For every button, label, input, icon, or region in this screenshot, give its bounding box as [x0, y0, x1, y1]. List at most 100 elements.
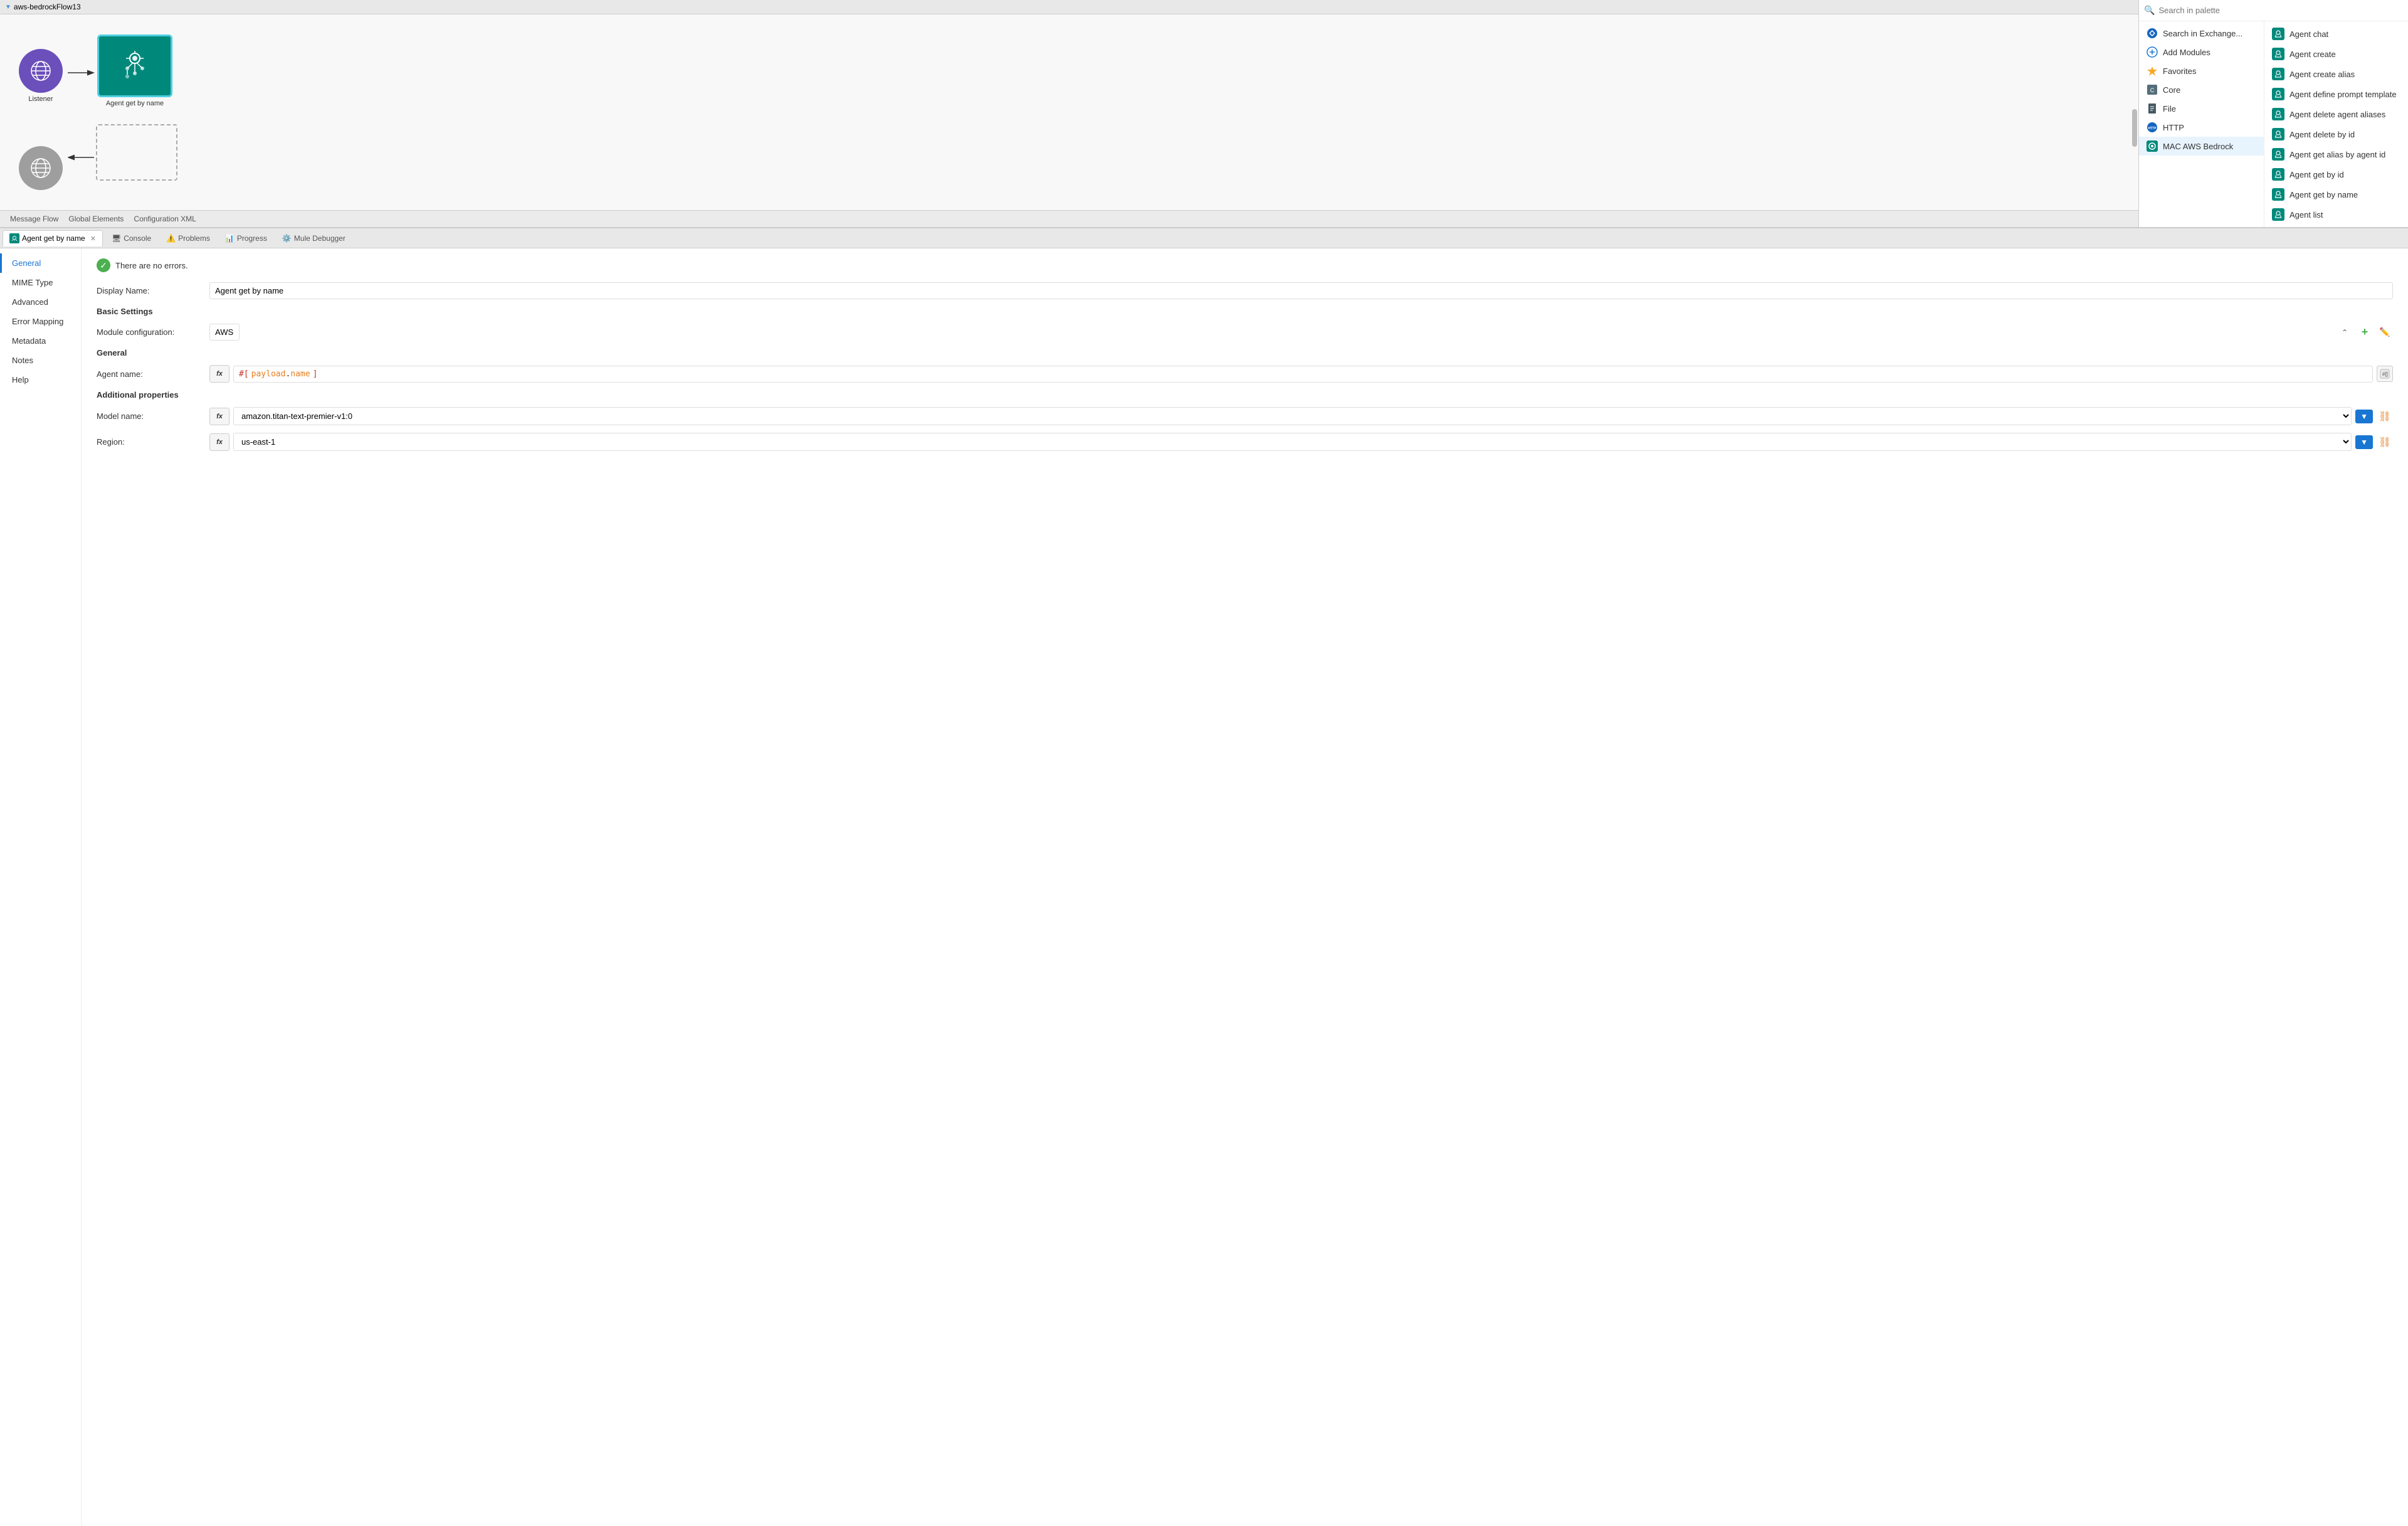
- code-prefix: #[: [239, 369, 249, 379]
- agent-name-code-input[interactable]: #[ payload . name ]: [233, 366, 2373, 383]
- nav-error-mapping[interactable]: Error Mapping: [0, 312, 81, 331]
- empty-dashed-box: [96, 124, 177, 181]
- palette-right-agent-delete-by-id[interactable]: Agent delete by id: [2264, 124, 2408, 144]
- agent-delete-aliases-label: Agent delete agent aliases: [2289, 110, 2385, 119]
- agent-get-by-name-node[interactable]: Agent get by name: [97, 34, 172, 107]
- flow-canvas[interactable]: Listener: [0, 14, 2138, 227]
- properties-area: General MIME Type Advanced Error Mapping…: [0, 248, 2408, 1526]
- palette-item-http[interactable]: HTTP HTTP: [2139, 118, 2264, 137]
- palette-item-core[interactable]: C Core: [2139, 80, 2264, 99]
- module-config-select[interactable]: AWS: [209, 324, 240, 341]
- display-name-label: Display Name:: [97, 286, 209, 295]
- arrow-right-icon: [68, 66, 99, 79]
- palette-right-agent-get-by-name[interactable]: Agent get by name: [2264, 184, 2408, 204]
- palette-item-add-modules[interactable]: Add Modules: [2139, 43, 2264, 61]
- tab-mule-debugger-label: Mule Debugger: [294, 234, 346, 243]
- message-flow-tab[interactable]: Message Flow: [5, 213, 63, 225]
- tab-brain-icon: [11, 235, 18, 241]
- palette-search-bar: 🔍: [2139, 0, 2408, 21]
- agent-create-label: Agent create: [2289, 50, 2336, 59]
- expression-editor-button[interactable]: #[]: [2377, 366, 2393, 382]
- listener2-node[interactable]: [19, 146, 63, 190]
- bracket-icon-svg: #[]: [2380, 369, 2390, 379]
- region-chain-icon[interactable]: ⛓: [2377, 434, 2393, 450]
- model-name-fx-button[interactable]: fx: [209, 408, 230, 425]
- model-name-select[interactable]: amazon.titan-text-premier-v1:0: [233, 407, 2352, 425]
- module-config-add-button[interactable]: +: [2357, 324, 2373, 341]
- agent-create-icon: [2272, 48, 2284, 60]
- region-label: Region:: [97, 437, 209, 447]
- no-errors-text: There are no errors.: [115, 261, 188, 270]
- tab-mule-debugger[interactable]: ⚙️ Mule Debugger: [276, 231, 352, 245]
- palette-item-favorites[interactable]: Favorites: [2139, 61, 2264, 80]
- tab-agent-get-by-name[interactable]: Agent get by name ✕: [3, 230, 103, 246]
- palette-item-exchange[interactable]: Search in Exchange...: [2139, 24, 2264, 43]
- palette-right-agent-define-prompt[interactable]: Agent define prompt template: [2264, 84, 2408, 104]
- palette-right-agent-list[interactable]: Agent list: [2264, 204, 2408, 225]
- agent-name-fx-button[interactable]: fx: [209, 365, 230, 383]
- palette-right-agent-create[interactable]: Agent create: [2264, 44, 2408, 64]
- module-config-row: Module configuration: AWS + ✏️: [97, 324, 2393, 341]
- tab-problems[interactable]: ⚠️ Problems: [160, 231, 216, 245]
- agent-name-value: fx #[ payload . name ] #[]: [209, 365, 2393, 383]
- palette-right-agent-create-alias[interactable]: Agent create alias: [2264, 64, 2408, 84]
- flow-title: aws-bedrockFlow13: [14, 3, 81, 11]
- globe-icon: [29, 60, 52, 82]
- listener-icon: [19, 49, 63, 93]
- agent-get-by-id-label: Agent get by id: [2289, 170, 2344, 179]
- canvas-header: ▼ aws-bedrockFlow13: [0, 0, 2138, 14]
- agent-create-alias-label: Agent create alias: [2289, 70, 2355, 79]
- code-suffix: ]: [313, 369, 2367, 379]
- nav-notes[interactable]: Notes: [0, 351, 81, 370]
- model-name-dropdown-button[interactable]: ▼: [2355, 410, 2373, 423]
- palette-left-panel: Search in Exchange... Add Modules Favori…: [2139, 21, 2264, 227]
- region-row: Region: fx us-east-1 ▼ ⛓: [97, 433, 2393, 451]
- nav-metadata[interactable]: Metadata: [0, 331, 81, 351]
- region-select[interactable]: us-east-1: [233, 433, 2352, 451]
- expand-arrow-icon[interactable]: ▼: [5, 4, 11, 11]
- tab-problems-label: Problems: [178, 234, 210, 243]
- svg-text:HTTP: HTTP: [2148, 127, 2157, 130]
- tab-agent-get-by-name-label: Agent get by name: [22, 234, 85, 243]
- palette-item-mac-aws-bedrock[interactable]: MAC AWS Bedrock: [2139, 137, 2264, 156]
- bottom-section: Agent get by name ✕ 🖥 Console ⚠️ Problem…: [0, 228, 2408, 1526]
- module-config-edit-button[interactable]: ✏️: [2377, 324, 2393, 341]
- palette-right-agent-delete-aliases[interactable]: Agent delete agent aliases: [2264, 104, 2408, 124]
- agent-get-alias-by-agent-id-label: Agent get alias by agent id: [2289, 150, 2385, 159]
- code-payload: payload: [251, 369, 286, 379]
- agent-define-prompt-label: Agent define prompt template: [2289, 90, 2397, 99]
- palette-right-agent-chat[interactable]: Agent chat: [2264, 24, 2408, 44]
- canvas-area: ▼ aws-bedrockFlow13: [0, 0, 2138, 227]
- scroll-indicator[interactable]: [2132, 109, 2137, 147]
- configuration-xml-tab[interactable]: Configuration XML: [129, 213, 201, 225]
- core-label: Core: [2163, 85, 2180, 95]
- agent-get-alias-by-agent-id-icon: [2272, 148, 2284, 161]
- agent-name-row: Agent name: fx #[ payload . name ]: [97, 365, 2393, 383]
- palette-item-file[interactable]: File: [2139, 99, 2264, 118]
- nav-general[interactable]: General: [0, 253, 81, 273]
- tab-console[interactable]: 🖥 Console: [105, 231, 157, 245]
- region-dropdown-button[interactable]: ▼: [2355, 435, 2373, 449]
- code-dot: .: [285, 369, 290, 379]
- add-modules-label: Add Modules: [2163, 48, 2210, 57]
- region-fx-icon: fx: [216, 438, 223, 446]
- palette-right-agent-get-alias-by-agent-id[interactable]: Agent get alias by agent id: [2264, 144, 2408, 164]
- display-name-input[interactable]: [209, 282, 2393, 299]
- edit-icon: ✏️: [2379, 327, 2390, 337]
- model-name-value: fx amazon.titan-text-premier-v1:0 ▼ ⛓: [209, 407, 2393, 425]
- palette: 🔍 Search in Exchange...: [2138, 0, 2408, 227]
- search-input[interactable]: [2158, 6, 2403, 15]
- region-fx-button[interactable]: fx: [209, 433, 230, 451]
- listener-node[interactable]: Listener: [19, 49, 63, 103]
- tab-close-button[interactable]: ✕: [90, 235, 96, 243]
- nav-mime-type[interactable]: MIME Type: [0, 273, 81, 292]
- model-name-chain-icon[interactable]: ⛓: [2377, 408, 2393, 425]
- top-section: ▼ aws-bedrockFlow13: [0, 0, 2408, 228]
- nav-advanced[interactable]: Advanced: [0, 292, 81, 312]
- palette-right-agent-get-by-id[interactable]: Agent get by id: [2264, 164, 2408, 184]
- global-elements-tab[interactable]: Global Elements: [63, 213, 129, 225]
- nav-help[interactable]: Help: [0, 370, 81, 389]
- tab-progress[interactable]: 📊 Progress: [219, 231, 273, 245]
- console-icon: 🖥: [112, 234, 121, 243]
- debugger-icon: ⚙️: [282, 234, 292, 243]
